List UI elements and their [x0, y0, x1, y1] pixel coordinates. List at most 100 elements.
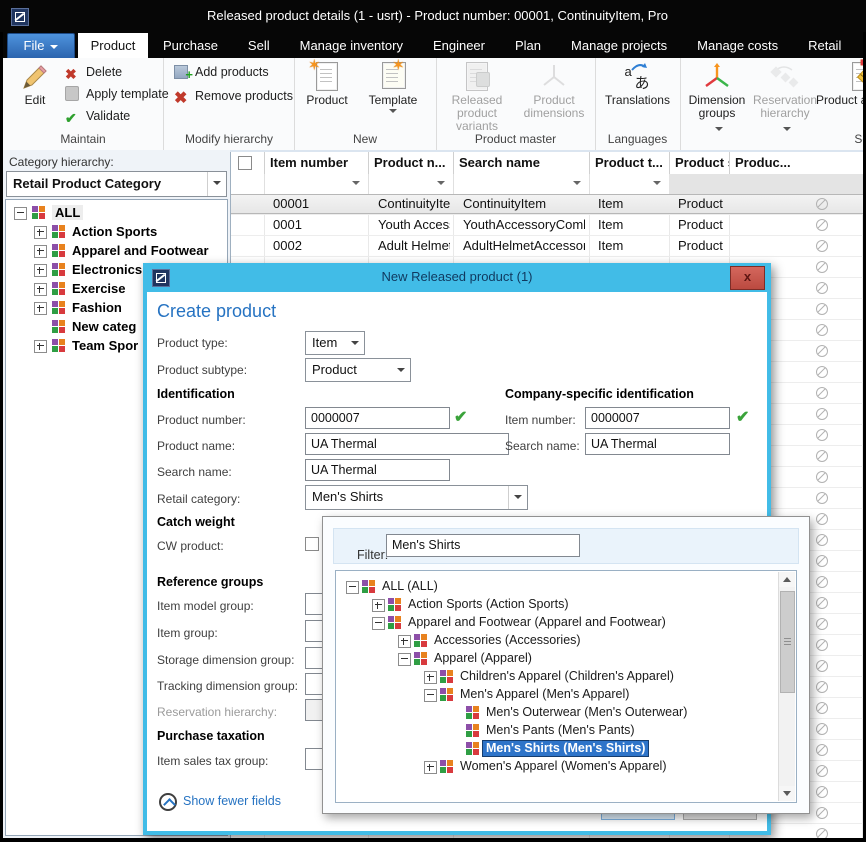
expand-box-icon[interactable] [424, 761, 437, 774]
category-hierarchy-select[interactable]: Retail Product Category [6, 171, 227, 197]
filter-input[interactable]: Men's Shirts [386, 534, 580, 557]
filter-dropdown-icon[interactable] [653, 181, 661, 185]
search-name-field[interactable]: UA Thermal [305, 459, 450, 481]
filter-dropdown-icon[interactable] [352, 181, 360, 185]
select-all-header[interactable] [231, 152, 265, 174]
validate-button[interactable]: ✔Validate [65, 106, 130, 126]
tree-item-action-sports[interactable]: Action Sports [6, 222, 227, 241]
tab-engineer[interactable]: Engineer [418, 33, 500, 58]
expand-box-icon[interactable] [398, 635, 411, 648]
table-row[interactable]: 0002 Adult Helmet... AdultHelmetAccessor… [231, 236, 863, 257]
tree-item-label: Men's Shirts (Men's Shirts) [483, 741, 648, 756]
cs-search-name-field[interactable]: UA Thermal [585, 433, 730, 455]
scroll-down-icon[interactable] [779, 786, 795, 801]
tree-item-apparel-and-footwear[interactable]: Apparel and Footwear [6, 241, 227, 260]
expand-box-icon[interactable] [34, 302, 47, 315]
cw-product-checkbox[interactable] [305, 537, 319, 551]
expand-box-icon[interactable] [34, 245, 47, 258]
tab-manage-projects[interactable]: Manage projects [556, 33, 682, 58]
header-search-name[interactable]: Search name [453, 152, 590, 174]
filter-product-name[interactable] [368, 174, 454, 194]
delete-button[interactable]: ✖Delete [65, 62, 122, 82]
collapse-box-icon[interactable] [346, 581, 359, 594]
tree-item-accessories[interactable]: Accessories (Accessories) [338, 632, 776, 650]
category-icon [52, 339, 65, 352]
scrollbar-thumb[interactable] [780, 591, 795, 693]
filter-dropdown-icon[interactable] [573, 181, 581, 185]
tab-manage-costs[interactable]: Manage costs [682, 33, 793, 58]
tab-retail[interactable]: Retail [793, 33, 856, 58]
tree-item-all[interactable]: ALL (ALL) [338, 578, 776, 596]
collapse-box-icon[interactable] [14, 207, 27, 220]
tab-general[interactable]: General [856, 33, 866, 58]
new-product-button[interactable]: ✶ Product [299, 61, 355, 125]
expand-box-icon[interactable] [34, 264, 47, 277]
retail-category-select[interactable]: Men's Shirts [305, 485, 528, 510]
dimension-groups-button[interactable]: Dimension groups [683, 61, 751, 125]
header-product-type[interactable]: Product t... [589, 152, 670, 174]
tree-item-label: Women's Apparel (Women's Apparel) [457, 759, 670, 774]
expand-box-icon[interactable] [34, 340, 47, 353]
header-product[interactable]: Produc... [729, 152, 863, 174]
product-attributes-button[interactable]: ■ Product attributes [815, 61, 863, 125]
tree-item-apparel-and-footwear[interactable]: Apparel and Footwear (Apparel and Footwe… [338, 614, 776, 632]
tree-item-mens-shirts-selected[interactable]: Men's Shirts (Men's Shirts) [338, 740, 776, 758]
item-group-label: Item group: [157, 626, 218, 640]
product-type-select[interactable]: Item [305, 331, 365, 355]
dialog-title-bar: New Released product (1) x [143, 263, 771, 292]
chevron-down-icon[interactable] [346, 332, 364, 354]
not-available-icon [816, 807, 828, 819]
tree-item-apparel[interactable]: Apparel (Apparel) [338, 650, 776, 668]
translations-button[interactable]: a あ Translations [598, 61, 677, 125]
tree-item-mens-apparel[interactable]: Men's Apparel (Men's Apparel) [338, 686, 776, 704]
remove-products-button[interactable]: ✖Remove products [174, 86, 293, 106]
tree-item-childrens-apparel[interactable]: Children's Apparel (Children's Apparel) [338, 668, 776, 686]
product-number-field[interactable]: 0000007 [305, 407, 450, 429]
table-row[interactable]: 00001 ContinuityItem ContinuityItem Item… [231, 194, 863, 215]
collapse-box-icon[interactable] [398, 653, 411, 666]
header-item-number[interactable]: Item number [264, 152, 369, 174]
header-product-subtype[interactable]: Product sub... [669, 152, 730, 174]
tree-item-action-sports[interactable]: Action Sports (Action Sports) [338, 596, 776, 614]
tree-item-mens-pants[interactable]: Men's Pants (Men's Pants) [338, 722, 776, 740]
scrollbar[interactable] [778, 572, 795, 801]
tab-plan[interactable]: Plan [500, 33, 556, 58]
close-button[interactable]: x [730, 266, 765, 290]
scroll-up-icon[interactable] [779, 572, 795, 587]
app-icon[interactable] [11, 8, 29, 26]
tree-item-all[interactable]: ALL [6, 203, 227, 222]
collapse-box-icon[interactable] [424, 689, 437, 702]
filter-search-name[interactable] [453, 174, 590, 194]
product-subtype-select[interactable]: Product [305, 358, 411, 382]
filter-dropdown-icon[interactable] [437, 181, 445, 185]
tree-item-mens-outerwear[interactable]: Men's Outerwear (Men's Outerwear) [338, 704, 776, 722]
select-all-checkbox[interactable] [238, 156, 252, 170]
expand-box-icon[interactable] [34, 226, 47, 239]
item-number-field[interactable]: 0000007 [585, 407, 730, 429]
chevron-down-icon[interactable] [207, 172, 226, 196]
product-name-field[interactable]: UA Thermal [305, 433, 509, 455]
category-icon [388, 616, 401, 629]
category-icon [52, 282, 65, 295]
tab-sell[interactable]: Sell [233, 33, 285, 58]
tree-item-womens-apparel[interactable]: Women's Apparel (Women's Apparel) [338, 758, 776, 776]
expand-box-icon[interactable] [372, 599, 385, 612]
filter-product-type[interactable] [589, 174, 670, 194]
table-row[interactable]: 0001 Youth Access... YouthAccessoryCombo… [231, 215, 863, 236]
new-template-button[interactable]: ✶ Template [360, 61, 426, 125]
tab-manage-inventory[interactable]: Manage inventory [285, 33, 418, 58]
tab-product[interactable]: Product [78, 33, 148, 58]
tab-purchase[interactable]: Purchase [148, 33, 233, 58]
chevron-down-icon[interactable] [392, 359, 410, 381]
chevron-down-icon[interactable] [508, 486, 527, 509]
ribbon: Edit ✖Delete Apply template ✔Validate Ma… [3, 58, 863, 152]
edit-button[interactable]: Edit [11, 61, 59, 125]
expand-box-icon[interactable] [424, 671, 437, 684]
collapse-box-icon[interactable] [372, 617, 385, 630]
file-menu-button[interactable]: File [7, 33, 75, 60]
add-products-button[interactable]: Add products [174, 62, 269, 82]
product-document-icon: ✶ [312, 62, 342, 92]
expand-box-icon[interactable] [34, 283, 47, 296]
header-product-name[interactable]: Product n... [368, 152, 454, 174]
filter-item-number[interactable] [264, 174, 369, 194]
